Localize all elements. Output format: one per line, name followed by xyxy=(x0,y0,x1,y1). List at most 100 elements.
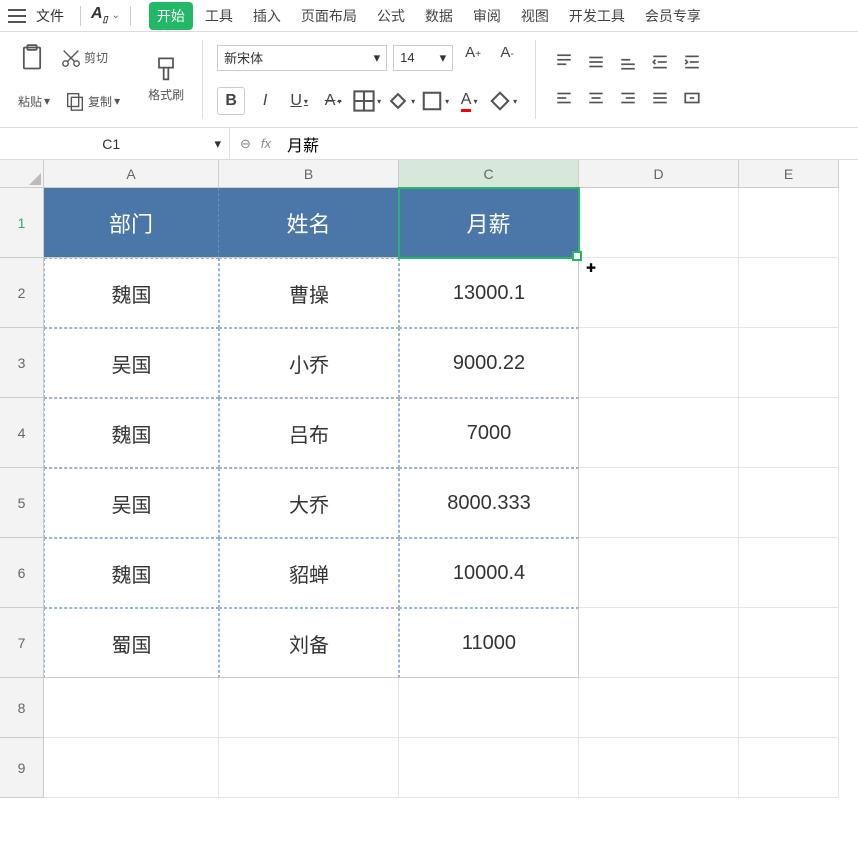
cell-c8[interactable] xyxy=(399,678,579,738)
bold-button[interactable]: B xyxy=(217,87,245,115)
align-left-button[interactable] xyxy=(550,82,578,114)
cell-d3[interactable] xyxy=(579,328,739,398)
underline-button[interactable]: U▾ xyxy=(285,87,313,115)
cell-d5[interactable] xyxy=(579,468,739,538)
hamburger-icon[interactable] xyxy=(8,9,26,23)
paste-label-btn[interactable]: 粘贴▾ xyxy=(14,91,54,112)
align-top-button[interactable] xyxy=(550,46,578,78)
row-header-6[interactable]: 6 xyxy=(0,538,44,608)
formula-input[interactable] xyxy=(281,135,581,153)
tab-tools[interactable]: 工具 xyxy=(197,2,241,30)
cell-d8[interactable] xyxy=(579,678,739,738)
cell-e7[interactable] xyxy=(739,608,839,678)
border-button[interactable]: ▾ xyxy=(353,87,381,115)
cell-a6[interactable]: 魏国 xyxy=(44,538,219,608)
row-header-5[interactable]: 5 xyxy=(0,468,44,538)
cell-d7[interactable] xyxy=(579,608,739,678)
font-color-button[interactable]: A▾ xyxy=(455,87,483,115)
tab-data[interactable]: 数据 xyxy=(417,2,461,30)
cell-b3[interactable]: 小乔 xyxy=(219,328,399,398)
tab-start[interactable]: 开始 xyxy=(149,2,193,30)
cut-button[interactable]: 剪切 xyxy=(56,45,112,71)
row-header-4[interactable]: 4 xyxy=(0,398,44,468)
cell-c4[interactable]: 7000 xyxy=(399,398,579,468)
tab-vip[interactable]: 会员专享 xyxy=(637,2,709,30)
tab-insert[interactable]: 插入 xyxy=(245,2,289,30)
increase-font-button[interactable]: A+ xyxy=(459,44,487,72)
row-header-8[interactable]: 8 xyxy=(0,678,44,738)
cell-style-button[interactable]: ▾ xyxy=(421,87,449,115)
cell-c9[interactable] xyxy=(399,738,579,798)
cell-e9[interactable] xyxy=(739,738,839,798)
cell-a2[interactable]: 魏国 xyxy=(44,258,219,328)
copy-button[interactable]: 复制▾ xyxy=(60,88,124,114)
cell-d6[interactable] xyxy=(579,538,739,608)
cell-b7[interactable]: 刘备 xyxy=(219,608,399,678)
row-header-3[interactable]: 3 xyxy=(0,328,44,398)
cell-e4[interactable] xyxy=(739,398,839,468)
cell-c7[interactable]: 11000 xyxy=(399,608,579,678)
cell-a3[interactable]: 吴国 xyxy=(44,328,219,398)
merge-cells-button[interactable] xyxy=(678,82,706,114)
cell-a9[interactable] xyxy=(44,738,219,798)
cell-b4[interactable]: 吕布 xyxy=(219,398,399,468)
cell-e2[interactable] xyxy=(739,258,839,328)
cell-b8[interactable] xyxy=(219,678,399,738)
indent-decrease-button[interactable] xyxy=(646,46,674,78)
tab-page-layout[interactable]: 页面布局 xyxy=(293,2,365,30)
name-box[interactable]: C1 ▾ xyxy=(0,128,230,159)
cell-b6[interactable]: 貂蝉 xyxy=(219,538,399,608)
cell-b5[interactable]: 大乔 xyxy=(219,468,399,538)
cell-d2[interactable] xyxy=(579,258,739,328)
table-header-name[interactable]: 姓名 xyxy=(219,188,399,258)
fill-color-button[interactable]: ▾ xyxy=(387,87,415,115)
indent-increase-button[interactable] xyxy=(678,46,706,78)
cell-e6[interactable] xyxy=(739,538,839,608)
cell-e3[interactable] xyxy=(739,328,839,398)
align-right-button[interactable] xyxy=(614,82,642,114)
column-header-c[interactable]: C xyxy=(399,160,579,188)
cancel-button[interactable]: ⊖ xyxy=(240,136,251,152)
decrease-font-button[interactable]: A- xyxy=(493,44,521,72)
align-center-button[interactable] xyxy=(582,82,610,114)
cell-e1[interactable] xyxy=(739,188,839,258)
row-header-2[interactable]: 2 xyxy=(0,258,44,328)
font-name-select[interactable]: 新宋体 ▾ xyxy=(217,45,387,71)
tab-review[interactable]: 审阅 xyxy=(465,2,509,30)
cell-e5[interactable] xyxy=(739,468,839,538)
align-justify-button[interactable] xyxy=(646,82,674,114)
row-header-1[interactable]: 1 xyxy=(0,188,44,258)
align-middle-button[interactable] xyxy=(582,46,610,78)
table-header-salary[interactable]: 月薪 xyxy=(399,188,579,258)
column-header-d[interactable]: D xyxy=(579,160,739,188)
row-header-7[interactable]: 7 xyxy=(0,608,44,678)
cell-c6[interactable]: 10000.4 xyxy=(399,538,579,608)
tab-formula[interactable]: 公式 xyxy=(369,2,413,30)
cell-a4[interactable]: 魏国 xyxy=(44,398,219,468)
cell-c2[interactable]: 13000.1 xyxy=(399,258,579,328)
tab-view[interactable]: 视图 xyxy=(513,2,557,30)
select-all-corner[interactable] xyxy=(0,160,44,188)
column-header-e[interactable]: E xyxy=(739,160,839,188)
strikethrough-button[interactable]: A▾ xyxy=(319,87,347,115)
fx-button[interactable]: fx xyxy=(261,136,271,151)
fill-handle[interactable] xyxy=(572,251,582,261)
cell-d9[interactable] xyxy=(579,738,739,798)
cell-a8[interactable] xyxy=(44,678,219,738)
highlight-button[interactable]: ▾ xyxy=(489,87,517,115)
tab-dev[interactable]: 开发工具 xyxy=(561,2,633,30)
cell-a5[interactable]: 吴国 xyxy=(44,468,219,538)
cell-e8[interactable] xyxy=(739,678,839,738)
cell-c5[interactable]: 8000.333 xyxy=(399,468,579,538)
a-format-icon[interactable]: A▯ xyxy=(91,5,108,25)
cell-d1[interactable] xyxy=(579,188,739,258)
menu-file[interactable]: 文件 xyxy=(36,6,64,26)
cell-b2[interactable]: 曹操 xyxy=(219,258,399,328)
table-header-dept[interactable]: 部门 xyxy=(44,188,219,258)
format-painter-button[interactable]: 格式刷 xyxy=(144,54,188,105)
align-bottom-button[interactable] xyxy=(614,46,642,78)
cell-c3[interactable]: 9000.22 xyxy=(399,328,579,398)
font-size-select[interactable]: 14 ▾ xyxy=(393,45,453,71)
column-header-b[interactable]: B xyxy=(219,160,399,188)
dropdown-caret-icon[interactable]: ⌄ xyxy=(112,10,120,21)
